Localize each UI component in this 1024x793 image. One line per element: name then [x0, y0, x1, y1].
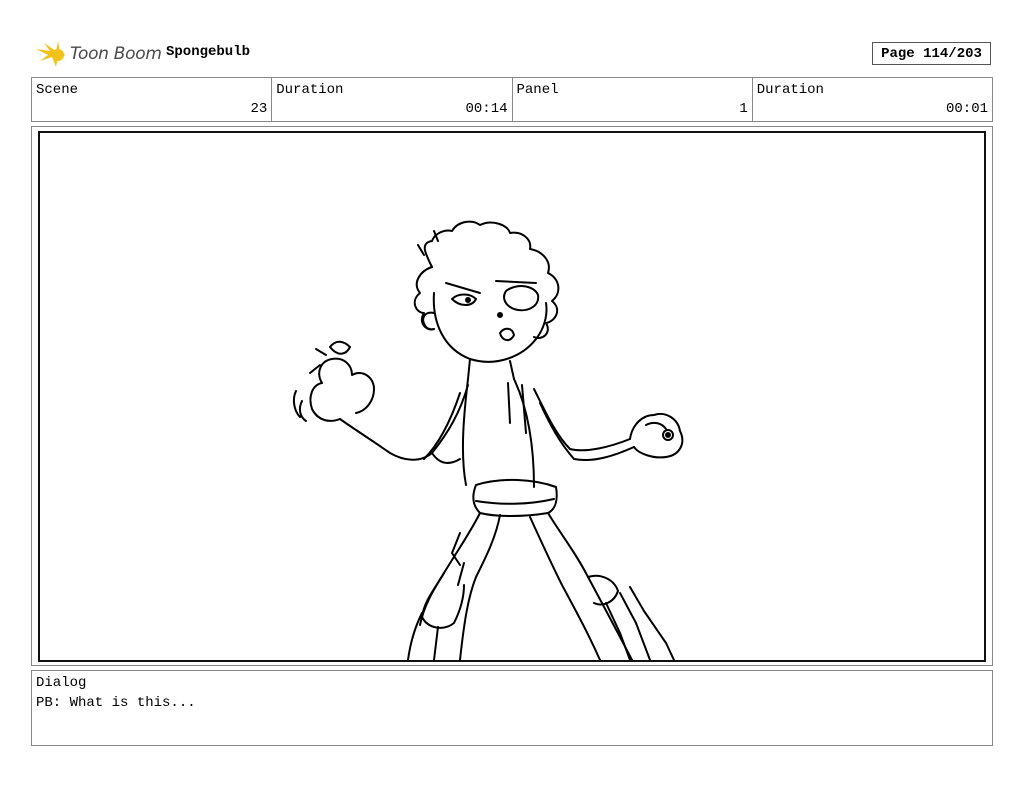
- scene-duration-label: Duration: [276, 82, 344, 98]
- panel-label: Panel: [516, 82, 559, 98]
- info-row: Scene 23 Duration 00:14 Panel 1 Duration…: [31, 77, 993, 122]
- panel-duration-cell: Duration 00:01: [753, 78, 992, 121]
- scene-duration-cell: Duration 00:14: [272, 78, 513, 121]
- logo-text: Toon Boom: [70, 44, 162, 64]
- storyboard-panel-frame: [31, 126, 993, 666]
- panel-duration-label: Duration: [756, 82, 824, 98]
- panel-cell: Panel 1: [513, 78, 753, 121]
- panel-value: 1: [739, 101, 748, 117]
- toon-boom-star-icon: [36, 41, 66, 67]
- panel-duration-value: 00:01: [945, 101, 988, 117]
- scene-duration-value: 00:14: [465, 101, 508, 117]
- dialog-label: Dialog: [36, 675, 87, 691]
- scene-label: Scene: [36, 82, 79, 98]
- page-number: Page 114/203: [872, 42, 991, 65]
- character-sketch-icon: [292, 220, 684, 660]
- dialog-text: PB: What is this...: [36, 695, 196, 711]
- toon-boom-logo: Toon Boom: [34, 38, 162, 70]
- scene-cell: Scene 23: [32, 78, 273, 121]
- dialog-box: Dialog PB: What is this...: [31, 670, 993, 746]
- scene-value: 23: [250, 101, 268, 117]
- project-name: Spongebulb: [166, 44, 251, 60]
- storyboard-panel: [38, 131, 986, 662]
